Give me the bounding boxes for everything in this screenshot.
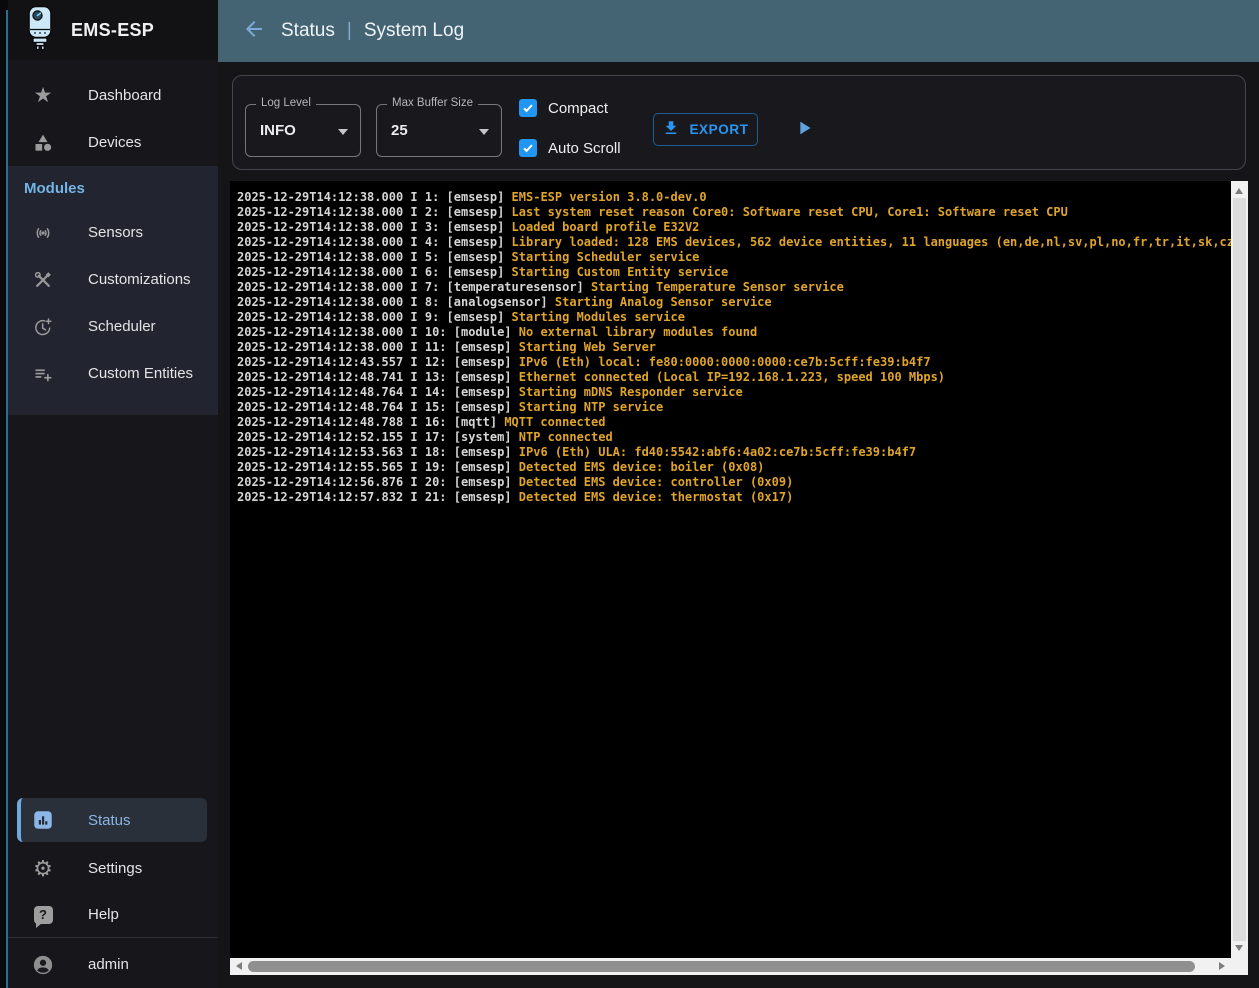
sidebar-item-label: Devices — [88, 134, 141, 151]
scroll-right-arrow-icon[interactable] — [1219, 962, 1225, 970]
export-button[interactable]: EXPORT — [653, 113, 758, 146]
log-line: 2025-12-29T14:12:38.000 I 6: [emsesp] St… — [237, 265, 1231, 280]
page-title: System Log — [364, 20, 464, 42]
resume-log-button[interactable] — [787, 113, 821, 146]
chevron-down-icon — [479, 129, 489, 135]
boiler-logo-icon — [24, 5, 56, 56]
log-line: 2025-12-29T14:12:38.000 I 4: [emsesp] Li… — [237, 235, 1231, 250]
horizontal-scrollbar[interactable] — [230, 958, 1231, 975]
horizontal-scrollbar-thumb[interactable] — [248, 961, 1195, 972]
log-line: 2025-12-29T14:12:38.000 I 8: [analogsens… — [237, 295, 1231, 310]
log-controls-panel: Log Level INFO Max Buffer Size 25 Compac… — [232, 75, 1246, 170]
log-line: 2025-12-29T14:12:38.000 I 7: [temperatur… — [237, 280, 1231, 295]
clock-plus-icon — [32, 317, 54, 337]
sidebar-item-label: Sensors — [88, 224, 143, 241]
sidebar-item-help[interactable]: ? Help — [8, 891, 218, 938]
download-icon — [662, 119, 680, 140]
sidebar-item-custom-entities[interactable]: Custom Entities — [8, 350, 218, 397]
chevron-down-icon — [338, 129, 348, 135]
arrow-back-icon — [242, 17, 266, 46]
bar-chart-icon — [32, 810, 54, 830]
category-icon — [32, 133, 54, 153]
scroll-up-arrow-icon[interactable] — [1235, 188, 1243, 194]
sidebar-divider — [8, 937, 218, 938]
help-icon: ? — [32, 906, 54, 924]
modules-section-header: Modules — [8, 166, 218, 197]
log-line: 2025-12-29T14:12:38.000 I 1: [emsesp] EM… — [237, 190, 1231, 205]
sidebar-item-label: Status — [88, 812, 131, 829]
sidebar-user-label: admin — [88, 956, 129, 973]
breadcrumb-separator: | — [347, 20, 352, 42]
sidebar-modules-section: Modules Sensors — [8, 166, 218, 415]
compact-checkbox[interactable] — [519, 99, 537, 117]
log-line: 2025-12-29T14:12:48.788 I 16: [mqtt] MQT… — [237, 415, 1231, 430]
check-icon — [521, 101, 535, 115]
log-line: 2025-12-29T14:12:38.000 I 11: [emsesp] S… — [237, 340, 1231, 355]
sidebar-item-devices[interactable]: Devices — [8, 119, 218, 166]
log-line: 2025-12-29T14:12:38.000 I 10: [module] N… — [237, 325, 1231, 340]
export-button-label: EXPORT — [689, 122, 748, 137]
log-line: 2025-12-29T14:12:53.563 I 18: [emsesp] I… — [237, 445, 1231, 460]
auto-scroll-checkbox[interactable] — [519, 139, 537, 157]
log-line: 2025-12-29T14:12:48.764 I 14: [emsesp] S… — [237, 385, 1231, 400]
back-button[interactable] — [240, 17, 268, 45]
log-line: 2025-12-29T14:12:48.741 I 13: [emsesp] E… — [237, 370, 1231, 385]
scrollbar-corner — [1231, 958, 1248, 975]
breadcrumb-section: Status — [281, 20, 335, 42]
check-icon — [521, 141, 535, 155]
log-line: 2025-12-29T14:12:48.764 I 15: [emsesp] S… — [237, 400, 1231, 415]
sidebar-item-settings[interactable]: ⚙ Settings — [8, 845, 218, 892]
vertical-scrollbar[interactable] — [1231, 181, 1248, 958]
compact-label: Compact — [548, 100, 608, 117]
sidebar-item-admin[interactable]: admin — [8, 941, 218, 988]
window-left-gutter — [0, 0, 8, 988]
auto-scroll-checkbox-row[interactable]: Auto Scroll — [519, 139, 621, 157]
playlist-add-icon — [32, 364, 54, 384]
max-buffer-size-select[interactable]: Max Buffer Size 25 — [376, 104, 502, 157]
sidebar-item-label: Scheduler — [88, 318, 156, 335]
log-line: 2025-12-29T14:12:56.876 I 20: [emsesp] D… — [237, 475, 1231, 490]
sidebar-header: EMS-ESP — [8, 0, 218, 60]
scroll-down-arrow-icon[interactable] — [1235, 945, 1243, 951]
sidebar-item-label: Customizations — [88, 271, 191, 288]
sidebar-item-label: Settings — [88, 860, 142, 877]
log-line: 2025-12-29T14:12:43.557 I 12: [emsesp] I… — [237, 355, 1231, 370]
play-icon — [793, 117, 815, 142]
log-line: 2025-12-29T14:12:38.000 I 5: [emsesp] St… — [237, 250, 1231, 265]
ems-esp-app: EMS-ESP ★ Dashboard Devices Modules — [0, 0, 1259, 988]
sidebar-item-label: Custom Entities — [88, 365, 193, 382]
sidebar-item-label: Dashboard — [88, 87, 161, 104]
compact-checkbox-row[interactable]: Compact — [519, 99, 608, 117]
gear-icon: ⚙ — [32, 859, 54, 879]
log-line: 2025-12-29T14:12:57.832 I 21: [emsesp] D… — [237, 490, 1231, 505]
system-log-viewport[interactable]: 2025-12-29T14:12:38.000 I 1: [emsesp] EM… — [230, 181, 1248, 975]
log-line: 2025-12-29T14:12:55.565 I 19: [emsesp] D… — [237, 460, 1231, 475]
sidebar: EMS-ESP ★ Dashboard Devices Modules — [8, 0, 218, 988]
top-app-bar: Status | System Log — [218, 0, 1259, 62]
star-icon: ★ — [32, 86, 54, 106]
sidebar-item-customizations[interactable]: Customizations — [8, 256, 218, 303]
sidebar-item-scheduler[interactable]: Scheduler — [8, 303, 218, 350]
log-level-select[interactable]: Log Level INFO — [245, 104, 361, 157]
sidebar-item-dashboard[interactable]: ★ Dashboard — [8, 72, 218, 119]
sidebar-item-status-selected[interactable]: Status — [17, 798, 207, 842]
auto-scroll-label: Auto Scroll — [548, 140, 621, 157]
log-line: 2025-12-29T14:12:52.155 I 17: [system] N… — [237, 430, 1231, 445]
log-lines: 2025-12-29T14:12:38.000 I 1: [emsesp] EM… — [237, 190, 1231, 958]
log-level-value: INFO — [260, 105, 296, 156]
sensors-icon — [32, 223, 54, 243]
log-line: 2025-12-29T14:12:38.000 I 3: [emsesp] Lo… — [237, 220, 1231, 235]
log-line: 2025-12-29T14:12:38.000 I 2: [emsesp] La… — [237, 205, 1231, 220]
vertical-scrollbar-thumb[interactable] — [1233, 198, 1246, 941]
sidebar-item-label: Help — [88, 906, 119, 923]
log-line: 2025-12-29T14:12:38.000 I 9: [emsesp] St… — [237, 310, 1231, 325]
main-content: Log Level INFO Max Buffer Size 25 Compac… — [218, 62, 1259, 988]
sidebar-item-sensors[interactable]: Sensors — [8, 209, 218, 256]
account-circle-icon — [32, 954, 54, 976]
max-buffer-size-value: 25 — [391, 105, 408, 156]
app-title: EMS-ESP — [71, 20, 154, 41]
tools-icon — [32, 270, 54, 290]
scroll-left-arrow-icon[interactable] — [236, 962, 242, 970]
